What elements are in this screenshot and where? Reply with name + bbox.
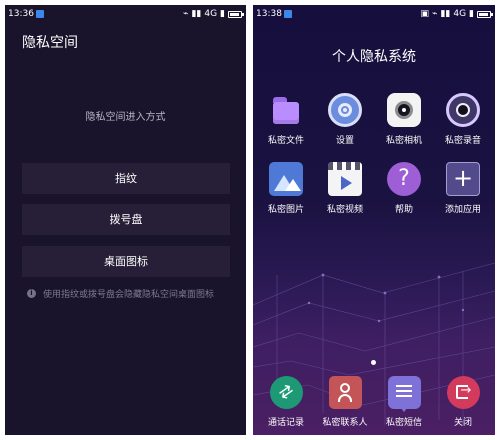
status-bar: 13:38 ▣ ⌁ ▮▮ 4G ▮ [253, 5, 495, 23]
recorder-icon [446, 93, 480, 127]
app-notification-icon [36, 10, 44, 18]
call-log-icon [269, 376, 303, 409]
sim-icon: ▣ [420, 9, 430, 19]
entry-method-label: 隐私空间进入方式 [85, 112, 166, 123]
status-time: 13:38 [256, 9, 282, 19]
status-bar: 13:36 ⌁ ▮▮ 4G ▮ [5, 5, 246, 23]
signal-bars-icon: ▮ [220, 9, 225, 19]
status-time: 13:36 [8, 9, 34, 19]
dock-close[interactable]: 关闭 [433, 376, 493, 428]
page-title: 个人隐私系统 [332, 49, 416, 65]
camera-icon [387, 93, 421, 127]
dialer-button[interactable]: 拨号盘 [22, 204, 230, 235]
desktop-icon-button[interactable]: 桌面图标 [22, 246, 230, 277]
dock-private-contacts[interactable]: 私密联系人 [315, 376, 375, 428]
battery-fill [479, 12, 488, 16]
app-private-files[interactable]: 私密文件 [256, 93, 316, 146]
app-private-videos[interactable]: 私密视频 [315, 162, 375, 215]
help-icon: ? [387, 162, 421, 196]
exit-icon [446, 376, 480, 409]
signal-icon: ▮▮ [440, 9, 451, 19]
app-label: 私密文件 [267, 136, 304, 146]
battery-icon [228, 10, 244, 18]
hint-text: 使用指纹或拨号盘会隐藏隐私空间桌面图标 [43, 290, 215, 300]
status-icons: ⌁ ▮▮ 4G ▮ [183, 9, 244, 19]
sms-icon [387, 376, 421, 412]
wifi-icon: ⌁ [432, 9, 438, 19]
app-private-pictures[interactable]: 私密图片 [256, 162, 316, 215]
info-icon: i [27, 289, 36, 298]
app-label: 私密相机 [385, 136, 422, 146]
dock-private-sms[interactable]: 私密短信 [374, 376, 434, 428]
app-label: 设置 [335, 136, 354, 146]
app-help[interactable]: ? 帮助 [374, 162, 434, 215]
privacy-space-settings-screen: 13:36 ⌁ ▮▮ 4G ▮ 隐私空间 隐私空间进入方式 指纹 拨号盘 桌面图… [5, 5, 246, 435]
folder-icon [269, 93, 303, 127]
app-label: 帮助 [394, 205, 413, 215]
dock-call-log[interactable]: 通话记录 [256, 376, 316, 428]
hint-row: i 使用指纹或拨号盘会隐藏隐私空间桌面图标 [27, 287, 214, 300]
app-add-app[interactable]: + 添加应用 [433, 162, 493, 215]
fingerprint-button[interactable]: 指纹 [22, 163, 230, 194]
battery-fill [230, 12, 239, 16]
app-label: 私密联系人 [322, 418, 368, 428]
network-type: 4G [204, 9, 218, 19]
page-title: 隐私空间 [22, 35, 78, 51]
app-private-recorder[interactable]: 私密录音 [433, 93, 493, 146]
network-type: 4G [453, 9, 467, 19]
wifi-icon: ⌁ [183, 9, 189, 19]
app-label: 私密录音 [444, 136, 481, 146]
app-label: 添加应用 [444, 205, 481, 215]
status-icons: ▣ ⌁ ▮▮ 4G ▮ [420, 9, 493, 19]
app-label: 私密视频 [326, 205, 363, 215]
battery-icon [477, 10, 493, 18]
add-icon: + [446, 162, 480, 196]
page-indicator-dot [371, 360, 376, 365]
app-label: 私密图片 [267, 205, 304, 215]
settings-icon [328, 93, 362, 127]
contacts-icon [328, 376, 362, 409]
app-label: 私密短信 [385, 418, 422, 428]
signal-bars-icon: ▮ [469, 9, 474, 19]
app-settings[interactable]: 设置 [315, 93, 375, 146]
app-label: 通话记录 [267, 418, 304, 428]
video-icon [328, 162, 362, 196]
private-system-home-screen: 13:38 ▣ ⌁ ▮▮ 4G ▮ 个人隐私系统 私密文件 设置 私密相机 私密… [253, 5, 495, 435]
app-notification-icon [284, 10, 292, 18]
signal-icon: ▮▮ [191, 9, 202, 19]
app-private-camera[interactable]: 私密相机 [374, 93, 434, 146]
picture-icon [269, 162, 303, 196]
app-label: 关闭 [453, 418, 472, 428]
